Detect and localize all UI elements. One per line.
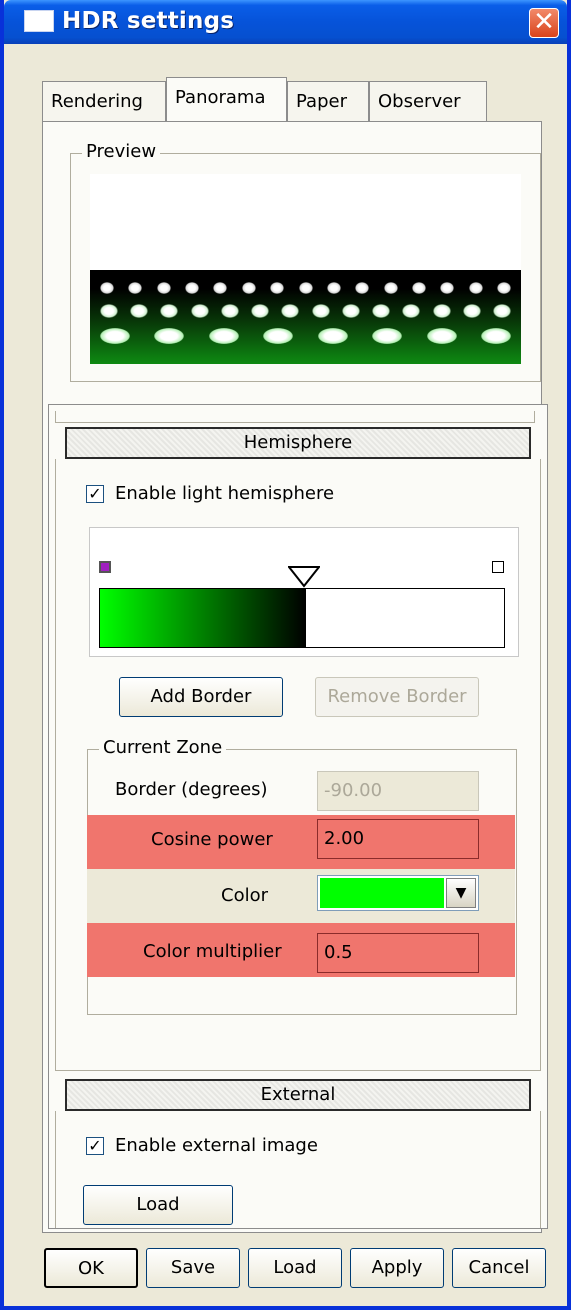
external-header-label: External — [260, 1084, 336, 1105]
title-bar[interactable]: HDR settings ✕ — [4, 0, 567, 44]
preview-light-dot — [497, 282, 511, 294]
preview-light-dot — [326, 282, 341, 294]
preview-light-dot — [128, 282, 143, 294]
enable-external-label: Enable external image — [115, 1135, 318, 1156]
color-multiplier-label: Color multiplier — [143, 941, 282, 962]
border-handle-triangle-icon[interactable] — [288, 566, 320, 588]
cosine-power-field[interactable]: 2.00 — [317, 819, 479, 859]
preview-group-title: Preview — [82, 141, 161, 162]
preview-light-dot — [372, 328, 403, 344]
load-button[interactable]: Load — [248, 1248, 342, 1288]
preview-light-dot — [440, 282, 455, 294]
apply-button[interactable]: Apply — [350, 1248, 444, 1288]
window-icon — [24, 10, 54, 32]
tab-observer[interactable]: Observer — [369, 81, 487, 121]
checkmark-icon: ✓ — [88, 1136, 102, 1155]
border-degrees-label: Border (degrees) — [115, 779, 268, 800]
color-label: Color — [221, 885, 268, 906]
color-multiplier-field[interactable]: 0.5 — [317, 933, 479, 973]
current-zone-title: Current Zone — [99, 737, 227, 758]
preview-light-dot — [462, 304, 481, 318]
preview-light-dot — [383, 282, 398, 294]
load-external-button[interactable]: Load — [83, 1185, 233, 1225]
preview-light-band — [90, 270, 521, 364]
tab-paper[interactable]: Paper — [287, 81, 369, 121]
preview-light-dot — [100, 328, 130, 344]
border-marker-right[interactable] — [492, 561, 504, 573]
preview-light-dot — [160, 304, 179, 318]
external-section-header[interactable]: External — [65, 1079, 531, 1111]
preview-light-dot — [317, 328, 348, 344]
preview-light-dot — [311, 304, 330, 318]
preview-light-dot — [156, 282, 171, 294]
preview-light-dot — [493, 304, 511, 318]
border-marker-left[interactable] — [99, 561, 111, 573]
preview-light-dot — [298, 282, 313, 294]
color-picker[interactable]: ▼ — [317, 875, 479, 911]
tab-label: Panorama — [175, 87, 266, 108]
preview-light-dot — [220, 304, 239, 318]
tab-label: Rendering — [51, 91, 143, 112]
preview-light-dot — [251, 304, 270, 318]
window-title: HDR settings — [62, 8, 235, 34]
save-button[interactable]: Save — [146, 1248, 240, 1288]
preview-light-dot — [100, 304, 118, 318]
preview-light-dot — [213, 282, 228, 294]
preview-light-dot — [241, 282, 256, 294]
preview-light-dot — [432, 304, 451, 318]
tab-panorama[interactable]: Panorama — [166, 77, 287, 125]
cancel-button[interactable]: Cancel — [452, 1248, 546, 1288]
ok-button[interactable]: OK — [44, 1248, 138, 1288]
add-border-button[interactable]: Add Border — [119, 677, 283, 717]
preview-light-dot — [341, 304, 360, 318]
preview-light-dot — [154, 328, 185, 344]
hemisphere-header-label: Hemisphere — [243, 432, 353, 453]
preview-light-dot — [130, 304, 149, 318]
preview-light-dot — [208, 328, 239, 344]
preview-light-dot — [270, 282, 285, 294]
preview-light-dot — [426, 328, 457, 344]
preview-light-dot — [468, 282, 483, 294]
settings-scroll-area[interactable]: Hemisphere ✓ Enable light hemisphere Add… — [48, 404, 548, 1229]
tab-rendering[interactable]: Rendering — [42, 81, 166, 121]
preview-image — [90, 174, 521, 364]
tab-label: Paper — [296, 91, 347, 112]
preview-light-dot — [190, 304, 209, 318]
color-dropdown-button[interactable]: ▼ — [446, 878, 476, 908]
chevron-down-icon: ▼ — [455, 885, 467, 901]
checkmark-icon: ✓ — [88, 484, 102, 503]
enable-hemisphere-checkbox[interactable]: ✓ — [86, 485, 104, 503]
tab-label: Observer — [378, 91, 461, 112]
close-icon: ✕ — [533, 7, 555, 37]
close-button[interactable]: ✕ — [529, 8, 559, 38]
preview-light-dot — [281, 304, 300, 318]
color-swatch — [320, 878, 444, 908]
preview-light-dot — [411, 282, 426, 294]
hdr-settings-window: HDR settings ✕ Rendering Panorama Paper … — [0, 0, 571, 1310]
preview-light-dot — [100, 282, 114, 294]
preview-light-dot — [263, 328, 294, 344]
preview-light-dot — [355, 282, 370, 294]
hemisphere-section-header[interactable]: Hemisphere — [65, 427, 531, 459]
preview-light-dot — [402, 304, 421, 318]
preview-light-dot — [185, 282, 200, 294]
gradient-bar[interactable] — [99, 588, 505, 648]
border-degrees-field[interactable]: -90.00 — [317, 771, 479, 811]
cosine-power-label: Cosine power — [151, 829, 273, 850]
enable-external-checkbox[interactable]: ✓ — [86, 1137, 104, 1155]
gradient-editor[interactable] — [89, 527, 519, 657]
remove-border-button[interactable]: Remove Border — [315, 677, 479, 717]
preview-light-dot — [481, 328, 511, 344]
preview-light-dot — [372, 304, 391, 318]
section-separator — [55, 411, 535, 423]
enable-hemisphere-label: Enable light hemisphere — [115, 483, 335, 504]
